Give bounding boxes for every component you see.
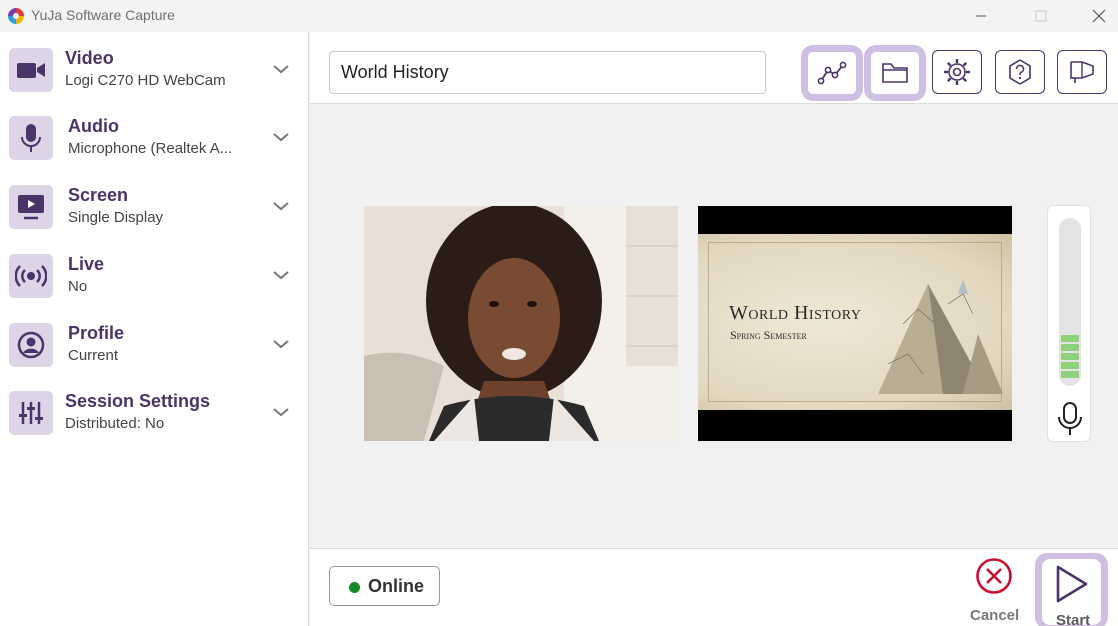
sidebar-item-subtitle: Current xyxy=(68,347,119,364)
folder-icon xyxy=(882,63,908,83)
toolbar xyxy=(310,32,1118,104)
sliders-icon xyxy=(9,391,53,435)
sidebar-item-video[interactable]: Video Logi C270 HD WebCam xyxy=(0,42,309,102)
chevron-down-icon[interactable] xyxy=(271,337,291,351)
sidebar-item-subtitle: Single Display xyxy=(68,209,164,226)
webcam-preview xyxy=(364,206,678,441)
analytics-button[interactable] xyxy=(801,45,863,101)
video-camera-icon xyxy=(9,48,53,92)
yuja-logo-icon xyxy=(8,8,24,24)
sidebar-item-title: Screen xyxy=(68,185,129,205)
audio-level-meter xyxy=(1047,205,1091,442)
main-panel: World History Spring Semester Online Can… xyxy=(310,32,1118,626)
announcement-button[interactable] xyxy=(1057,50,1107,94)
slide-subtitle: Spring Semester xyxy=(730,328,807,342)
screen-preview: World History Spring Semester xyxy=(698,206,1012,441)
chevron-down-icon[interactable] xyxy=(271,268,291,282)
folder-button[interactable] xyxy=(864,45,926,101)
sidebar-item-subtitle: Logi C270 HD WebCam xyxy=(65,72,226,89)
title-bar: YuJa Software Capture xyxy=(0,0,1118,32)
cancel-button[interactable]: Cancel xyxy=(965,557,1021,624)
webcam-image xyxy=(364,206,678,441)
sidebar-item-screen[interactable]: Screen Single Display xyxy=(0,179,309,239)
sidebar-item-title: Live xyxy=(68,254,105,274)
sidebar-item-title: Session Settings xyxy=(65,391,211,411)
start-button[interactable]: Start xyxy=(1035,553,1108,626)
announcement-icon xyxy=(1070,61,1094,83)
minimize-button[interactable] xyxy=(958,0,1004,32)
maximize-button[interactable] xyxy=(1018,0,1064,32)
status-button[interactable]: Online xyxy=(329,566,440,606)
settings-button[interactable] xyxy=(932,50,982,94)
broadcast-icon xyxy=(9,254,53,298)
recording-title-input[interactable] xyxy=(329,51,766,94)
sidebar-item-profile[interactable]: Profile Current xyxy=(0,317,309,377)
pyramid-illustration xyxy=(878,279,1003,394)
audio-level-segment xyxy=(1061,362,1079,369)
cancel-icon xyxy=(976,558,1012,594)
maximize-icon xyxy=(1035,10,1047,22)
play-icon xyxy=(1056,565,1088,603)
chevron-down-icon[interactable] xyxy=(271,130,291,144)
sidebar-item-audio[interactable]: Audio Microphone (Realtek A... xyxy=(0,110,309,170)
help-button[interactable] xyxy=(995,50,1045,94)
cancel-label: Cancel xyxy=(970,607,1020,624)
screen-icon xyxy=(9,185,53,229)
footer-bar: Online Cancel Start xyxy=(310,548,1118,626)
audio-level-segment xyxy=(1061,344,1079,351)
sidebar-item-title: Profile xyxy=(68,323,125,343)
chevron-down-icon[interactable] xyxy=(271,405,291,419)
audio-level-segment xyxy=(1061,371,1079,378)
chevron-down-icon[interactable] xyxy=(271,199,291,213)
sidebar-item-subtitle: Microphone (Realtek A... xyxy=(68,140,233,157)
microphone-icon[interactable] xyxy=(1056,401,1084,437)
minimize-icon xyxy=(976,15,986,17)
status-dot xyxy=(349,582,360,593)
sidebar: Video Logi C270 HD WebCam Audio Micropho… xyxy=(0,32,309,626)
sidebar-item-title: Audio xyxy=(68,116,119,136)
sidebar-item-subtitle: Distributed: No xyxy=(65,415,165,432)
start-label: Start xyxy=(1056,612,1091,626)
status-label: Online xyxy=(368,576,425,596)
help-icon xyxy=(1009,59,1031,85)
analytics-icon xyxy=(817,61,847,85)
close-button[interactable] xyxy=(1076,0,1118,32)
chevron-down-icon[interactable] xyxy=(271,62,291,76)
sidebar-item-title: Video xyxy=(65,48,114,68)
microphone-icon xyxy=(9,116,53,160)
settings-icon xyxy=(944,59,970,85)
audio-level-track xyxy=(1059,218,1081,386)
audio-level-segment xyxy=(1061,335,1079,342)
profile-icon xyxy=(9,323,53,367)
start-button-inner: Start xyxy=(1042,559,1101,626)
audio-level-segment xyxy=(1061,353,1079,360)
sidebar-item-subtitle: No xyxy=(68,278,88,295)
sidebar-item-live[interactable]: Live No xyxy=(0,248,309,308)
slide-content: World History Spring Semester xyxy=(698,234,1012,410)
close-icon xyxy=(1092,9,1106,23)
sidebar-item-session-settings[interactable]: Session Settings Distributed: No xyxy=(0,385,309,445)
window-title: YuJa Software Capture xyxy=(31,7,175,23)
slide-title: World History xyxy=(729,302,862,324)
